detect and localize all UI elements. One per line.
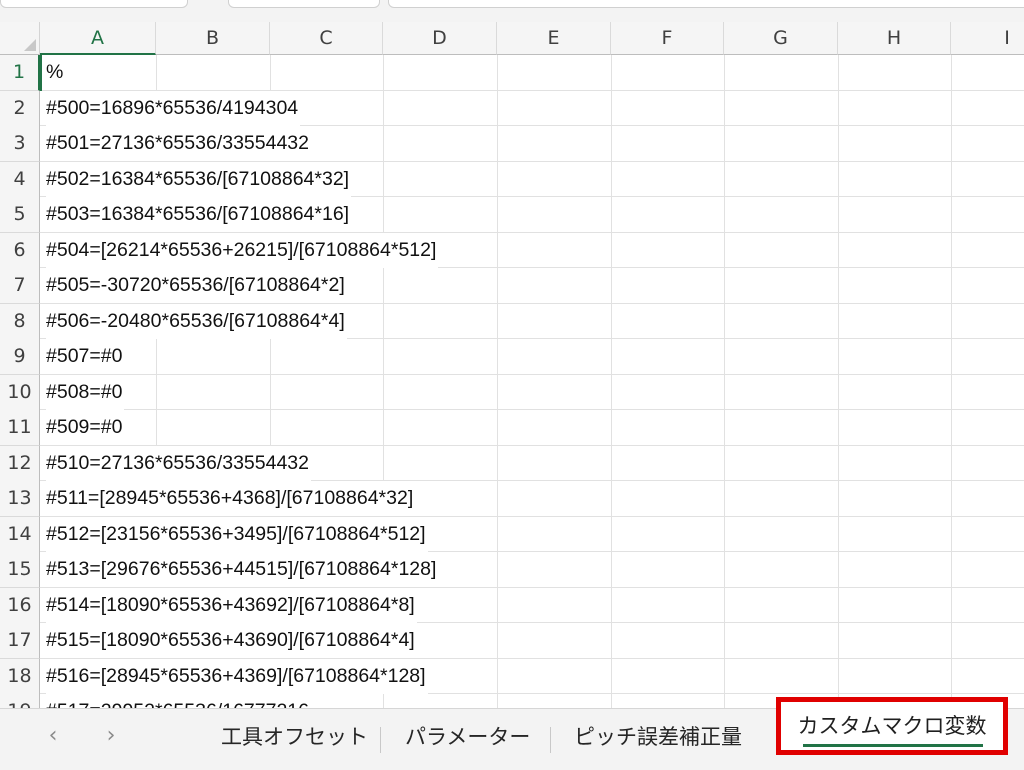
row-header-16[interactable]: 16 bbox=[0, 587, 40, 624]
row-header-8[interactable]: 8 bbox=[0, 303, 40, 340]
cell-a4[interactable]: #502=16384*65536/[67108864*32] bbox=[46, 161, 352, 197]
cell-a3[interactable]: #501=27136*65536/33554432 bbox=[46, 126, 311, 161]
row-header-13[interactable]: 13 bbox=[0, 481, 40, 517]
tab-custom-macro-variables[interactable]: カスタムマクロ変数 bbox=[776, 697, 1008, 755]
select-all-corner[interactable] bbox=[0, 22, 40, 55]
row-header-10[interactable]: 10 bbox=[0, 374, 40, 411]
column-header-e[interactable]: E bbox=[497, 22, 611, 55]
formula-input[interactable] bbox=[388, 0, 1024, 8]
row-header-1[interactable]: 1 bbox=[0, 55, 40, 91]
row-header-6[interactable]: 6 bbox=[0, 232, 40, 269]
tab-pitch-error-compensation[interactable]: ピッチ誤差補正量 bbox=[574, 715, 742, 759]
cell-a16[interactable]: #514=[18090*65536+43692]/[67108864*8] bbox=[46, 587, 417, 623]
tab-divider bbox=[380, 727, 381, 753]
column-header-d[interactable]: D bbox=[383, 22, 497, 55]
row-header-4[interactable]: 4 bbox=[0, 161, 40, 198]
cell-a5[interactable]: #503=16384*65536/[67108864*16] bbox=[46, 197, 352, 232]
tab-divider bbox=[550, 727, 551, 753]
row-header-12[interactable]: 12 bbox=[0, 445, 40, 482]
row-header-19[interactable]: 19 bbox=[0, 694, 40, 708]
cell-a6[interactable]: #504=[26214*65536+26215]/[67108864*512] bbox=[46, 232, 439, 268]
cell-a9[interactable]: #507=#0 bbox=[46, 339, 125, 374]
tab-parameter[interactable]: パラメーター bbox=[405, 715, 530, 759]
cell-a12[interactable]: #510=27136*65536/33554432 bbox=[46, 445, 311, 481]
cell-a15[interactable]: #513=[29676*65536+44515]/[67108864*128] bbox=[46, 552, 439, 587]
tab-tool-offset[interactable]: 工具オフセット bbox=[221, 715, 368, 759]
column-header-b[interactable]: B bbox=[156, 22, 270, 55]
row-header-9[interactable]: 9 bbox=[0, 339, 40, 375]
chevron-left-icon[interactable]: ‹ bbox=[38, 721, 68, 751]
row-header-3[interactable]: 3 bbox=[0, 126, 40, 162]
chevron-right-icon[interactable]: › bbox=[96, 721, 126, 751]
row-header-17[interactable]: 17 bbox=[0, 623, 40, 659]
row-header-11[interactable]: 11 bbox=[0, 410, 40, 446]
cell-a2[interactable]: #500=16896*65536/4194304 bbox=[46, 90, 301, 126]
sheet-tabs-bar: ‹ › 工具オフセット パラメーター ピッチ誤差補正量 カスタムマクロ変数 bbox=[0, 697, 1024, 770]
active-tab-label: カスタムマクロ変数 bbox=[797, 714, 987, 738]
row-header-14[interactable]: 14 bbox=[0, 516, 40, 553]
active-tab-underline bbox=[803, 744, 983, 747]
cell-a18[interactable]: #516=[28945*65536+4369]/[67108864*128] bbox=[46, 658, 428, 694]
cell-a19[interactable]: #517=29952*65536/16777216 bbox=[46, 694, 311, 708]
cell-a8[interactable]: #506=-20480*65536/[67108864*4] bbox=[46, 303, 347, 339]
column-header-g[interactable]: G bbox=[724, 22, 838, 55]
function-box[interactable] bbox=[228, 0, 380, 8]
column-header-f[interactable]: F bbox=[611, 22, 724, 55]
row-header-18[interactable]: 18 bbox=[0, 658, 40, 695]
cell-a17[interactable]: #515=[18090*65536+43690]/[67108864*4] bbox=[46, 623, 417, 658]
column-header-c[interactable]: C bbox=[270, 22, 383, 55]
row-header-2[interactable]: 2 bbox=[0, 90, 40, 127]
cell-a11[interactable]: #509=#0 bbox=[46, 410, 125, 445]
row-header-7[interactable]: 7 bbox=[0, 268, 40, 304]
name-box[interactable] bbox=[0, 0, 188, 8]
row-header-15[interactable]: 15 bbox=[0, 552, 40, 588]
cell-a10[interactable]: #508=#0 bbox=[46, 374, 125, 410]
active-cell-cursor bbox=[40, 55, 156, 91]
column-header-h[interactable]: H bbox=[838, 22, 951, 55]
spreadsheet-grid[interactable]: ABCDEFGHI 12345678910111213141516171819 … bbox=[0, 22, 1024, 708]
row-header-5[interactable]: 5 bbox=[0, 197, 40, 233]
cell-a14[interactable]: #512=[23156*65536+3495]/[67108864*512] bbox=[46, 516, 428, 552]
cell-a13[interactable]: #511=[28945*65536+4368]/[67108864*32] bbox=[46, 481, 416, 516]
formula-bar-strip bbox=[0, 0, 1024, 22]
column-header-i[interactable]: I bbox=[951, 22, 1024, 55]
cell-a7[interactable]: #505=-30720*65536/[67108864*2] bbox=[46, 268, 347, 303]
column-header-a[interactable]: A bbox=[40, 22, 156, 55]
